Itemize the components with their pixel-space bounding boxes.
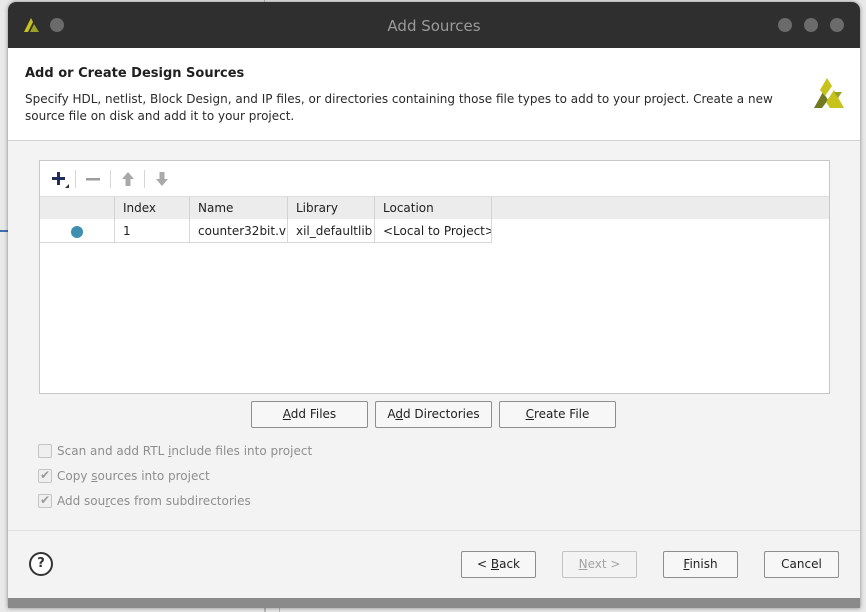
location-cell: <Local to Project>: [375, 220, 492, 243]
arrow-up-icon[interactable]: [117, 168, 139, 190]
vivado-logo-icon: [814, 78, 844, 108]
page-description: Specify HDL, netlist, Block Design, and …: [25, 92, 773, 123]
column-header-library[interactable]: Library: [288, 197, 375, 220]
add-directories-button[interactable]: Add Directories: [375, 401, 492, 428]
status-cell: [40, 220, 115, 243]
page-title: Add or Create Design Sources: [25, 66, 245, 81]
column-header-index[interactable]: Index: [115, 197, 190, 220]
option-label: Add sources from subdirectories: [57, 494, 251, 508]
status-dot-icon: [71, 226, 83, 238]
minimize-button[interactable]: [778, 18, 792, 32]
column-header-name[interactable]: Name: [190, 197, 288, 220]
cancel-button[interactable]: Cancel: [764, 551, 839, 578]
remove-icon[interactable]: [82, 168, 104, 190]
option-label: Copy sources into project: [57, 469, 210, 483]
checkmark-icon: ✔: [40, 468, 51, 482]
table-row[interactable]: 1 counter32bit.v xil_defaultlib <Local t…: [40, 220, 492, 243]
add-files-button[interactable]: Add Files: [251, 401, 368, 428]
window-bottom-edge: [8, 598, 860, 608]
checkmark-icon: ✔: [40, 493, 51, 507]
add-subdirectories-checkbox[interactable]: ✔: [38, 493, 52, 508]
finish-button[interactable]: Finish: [663, 551, 738, 578]
library-cell[interactable]: xil_defaultlib: [288, 220, 375, 243]
add-icon[interactable]: [48, 168, 70, 190]
add-sources-dialog: Add Sources Add or Create Design Sources…: [8, 2, 860, 608]
name-cell: counter32bit.v: [190, 220, 288, 243]
option-label: Scan and add RTL include files into proj…: [57, 444, 313, 458]
sources-panel: Index Name Library Location 1 counter32b…: [39, 160, 830, 394]
help-button[interactable]: ?: [29, 552, 53, 576]
dialog-header: Add or Create Design Sources Specify HDL…: [8, 48, 860, 141]
arrow-down-icon[interactable]: [151, 168, 173, 190]
scan-rtl-include-checkbox[interactable]: [38, 444, 52, 458]
column-header-status[interactable]: [40, 197, 115, 220]
copy-sources-checkbox[interactable]: ✔: [38, 468, 52, 483]
maximize-button[interactable]: [804, 18, 818, 32]
index-cell: 1: [115, 220, 190, 243]
column-header-location[interactable]: Location: [375, 197, 492, 220]
sources-toolbar: [40, 161, 829, 195]
next-button[interactable]: Next >: [562, 551, 637, 578]
close-button[interactable]: [830, 18, 844, 32]
back-button[interactable]: < Back: [461, 551, 536, 578]
create-file-button[interactable]: Create File: [499, 401, 616, 428]
table-header: Index Name Library Location: [40, 196, 829, 220]
title-bar[interactable]: Add Sources: [8, 2, 860, 48]
footer-divider: [8, 530, 860, 531]
window-title: Add Sources: [387, 17, 481, 35]
